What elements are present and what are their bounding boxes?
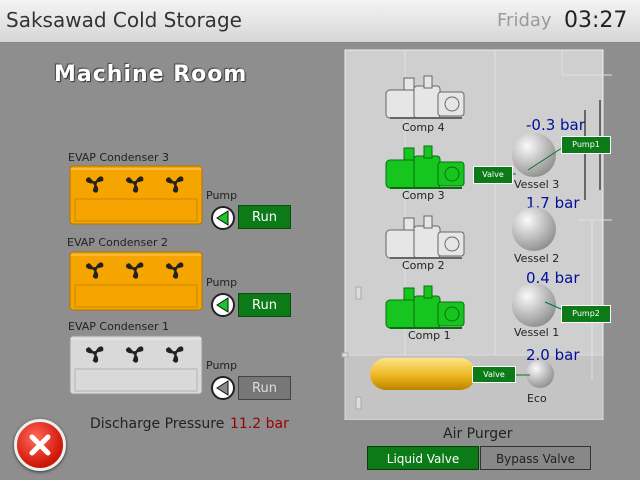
valve-callout-top[interactable]: Valve: [473, 166, 513, 184]
condenser-2-unit[interactable]: [69, 251, 203, 311]
condenser-3-pump-icon[interactable]: [211, 206, 235, 230]
liquid-valve-button[interactable]: Liquid Valve: [367, 446, 479, 470]
room-title: Machine Room: [54, 62, 248, 87]
condenser-graphic: [69, 251, 203, 311]
header-bar: Saksawad Cold Storage Friday 03:27: [0, 0, 640, 43]
condenser-graphic: [69, 335, 203, 395]
condenser-1-unit[interactable]: [69, 335, 203, 395]
condenser-1-pump-icon[interactable]: [211, 376, 235, 400]
plant-floorplan: Comp 4 Comp 3 Comp 2 Comp 1 -0.3 bar Ves…: [330, 40, 612, 421]
pump1-callout[interactable]: Pump1: [561, 136, 611, 154]
app-title: Saksawad Cold Storage: [6, 8, 242, 32]
condenser-3-pump-label: Pump: [206, 189, 238, 202]
callout-lines: [510, 143, 569, 376]
condenser-1-run-button[interactable]: Run: [238, 376, 291, 400]
condenser-3-label: EVAP Condenser 3: [68, 151, 170, 164]
condenser-3-unit[interactable]: [69, 165, 203, 225]
discharge-pressure-label: Discharge Pressure: [90, 416, 225, 432]
condenser-3-run-button[interactable]: Run: [238, 205, 291, 229]
discharge-pressure-value: 11.2 bar: [230, 416, 289, 432]
condenser-graphic: [69, 165, 203, 225]
pump-indicator-icon: [211, 206, 235, 230]
condenser-2-run-button[interactable]: Run: [238, 293, 291, 317]
close-button[interactable]: [14, 419, 66, 471]
condenser-1-label: EVAP Condenser 1: [68, 320, 170, 333]
condenser-2-pump-icon[interactable]: [211, 293, 235, 317]
day-label: Friday: [497, 10, 552, 31]
condenser-1-pump-label: Pump: [206, 359, 238, 372]
pump2-callout[interactable]: Pump2: [561, 305, 611, 323]
close-icon: [29, 434, 51, 456]
air-purger-title: Air Purger: [443, 426, 513, 442]
condenser-2-label: EVAP Condenser 2: [67, 236, 169, 249]
valve-callout-bottom[interactable]: Valve: [472, 366, 516, 383]
clock: 03:27: [564, 8, 628, 33]
pump-indicator-icon: [211, 293, 235, 317]
bypass-valve-button[interactable]: Bypass Valve: [480, 446, 591, 470]
pump-indicator-icon: [211, 376, 235, 400]
condenser-2-pump-label: Pump: [206, 276, 238, 289]
